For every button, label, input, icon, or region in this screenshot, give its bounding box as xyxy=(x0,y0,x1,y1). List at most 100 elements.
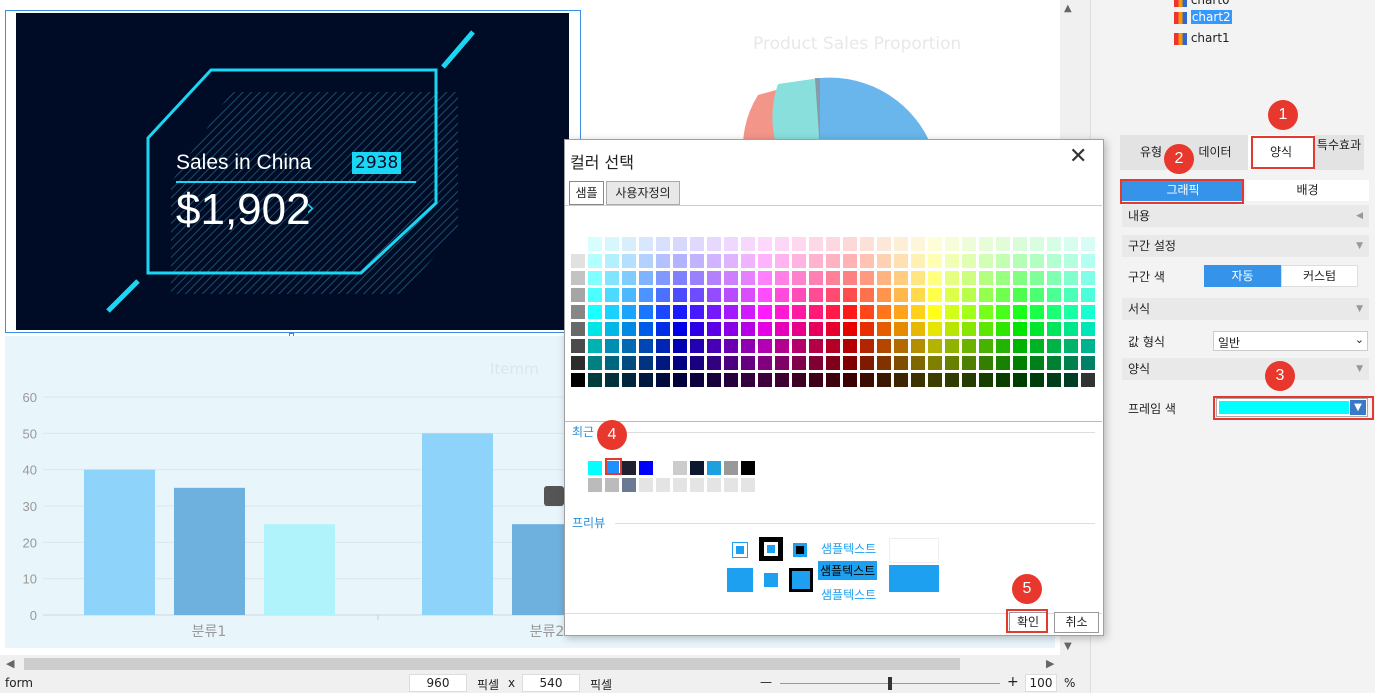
range-custom-button[interactable]: 커스텀 xyxy=(1281,265,1358,287)
recent-color-swatch[interactable] xyxy=(621,460,637,476)
color-swatch[interactable] xyxy=(1046,287,1062,303)
color-swatch[interactable] xyxy=(978,253,994,269)
color-swatch[interactable] xyxy=(570,304,586,320)
color-swatch[interactable] xyxy=(825,321,841,337)
color-swatch[interactable] xyxy=(842,304,858,320)
color-swatch[interactable] xyxy=(757,253,773,269)
color-swatch[interactable] xyxy=(825,338,841,354)
color-swatch[interactable] xyxy=(1080,372,1096,388)
color-swatch[interactable] xyxy=(944,355,960,371)
color-swatch[interactable] xyxy=(655,304,671,320)
color-swatch[interactable] xyxy=(791,355,807,371)
tab-effects[interactable]: 특수효과 xyxy=(1314,135,1364,170)
color-swatch[interactable] xyxy=(961,338,977,354)
color-swatch[interactable] xyxy=(689,236,705,252)
color-swatch[interactable] xyxy=(774,236,790,252)
zoom-slider-thumb[interactable] xyxy=(888,677,892,690)
recent-color-swatch[interactable] xyxy=(672,460,688,476)
color-swatch[interactable] xyxy=(1046,253,1062,269)
color-swatch[interactable] xyxy=(774,321,790,337)
color-swatch[interactable] xyxy=(910,304,926,320)
color-swatch[interactable] xyxy=(587,355,603,371)
color-swatch[interactable] xyxy=(825,236,841,252)
bar[interactable] xyxy=(174,487,245,615)
color-swatch[interactable] xyxy=(944,304,960,320)
color-swatch[interactable] xyxy=(961,355,977,371)
color-swatch[interactable] xyxy=(621,355,637,371)
color-swatch[interactable] xyxy=(672,338,688,354)
scroll-up-icon[interactable]: ▲ xyxy=(1064,3,1072,14)
color-swatch[interactable] xyxy=(927,236,943,252)
color-swatch[interactable] xyxy=(927,253,943,269)
color-swatch[interactable] xyxy=(995,270,1011,286)
color-swatch[interactable] xyxy=(825,355,841,371)
color-swatch[interactable] xyxy=(927,287,943,303)
color-swatch[interactable] xyxy=(808,287,824,303)
color-swatch[interactable] xyxy=(587,270,603,286)
color-swatch[interactable] xyxy=(842,355,858,371)
color-swatch[interactable] xyxy=(638,321,654,337)
color-swatch[interactable] xyxy=(961,304,977,320)
color-swatch[interactable] xyxy=(893,253,909,269)
tree-item-chart0[interactable]: chart0 xyxy=(1174,0,1230,7)
color-swatch[interactable] xyxy=(961,321,977,337)
color-swatch[interactable] xyxy=(655,355,671,371)
color-swatch[interactable] xyxy=(978,236,994,252)
color-swatch[interactable] xyxy=(655,321,671,337)
color-swatch[interactable] xyxy=(808,304,824,320)
color-swatch[interactable] xyxy=(604,372,620,388)
color-swatch[interactable] xyxy=(757,355,773,371)
color-swatch[interactable] xyxy=(638,287,654,303)
section-format[interactable]: 서식 ▼ xyxy=(1122,298,1369,320)
color-swatch[interactable] xyxy=(1080,304,1096,320)
recent-color-swatch[interactable] xyxy=(706,477,722,493)
color-swatch[interactable] xyxy=(689,338,705,354)
color-swatch[interactable] xyxy=(638,253,654,269)
scroll-right-icon[interactable]: ▶ xyxy=(1046,657,1054,670)
color-swatch[interactable] xyxy=(638,270,654,286)
color-swatch[interactable] xyxy=(757,304,773,320)
color-swatch[interactable] xyxy=(706,355,722,371)
color-swatch[interactable] xyxy=(1063,253,1079,269)
color-swatch[interactable] xyxy=(910,321,926,337)
recent-color-swatch[interactable] xyxy=(655,477,671,493)
color-swatch[interactable] xyxy=(774,287,790,303)
color-swatch[interactable] xyxy=(689,287,705,303)
color-swatch[interactable] xyxy=(995,236,1011,252)
color-swatch[interactable] xyxy=(1046,338,1062,354)
color-swatch[interactable] xyxy=(995,338,1011,354)
color-swatch[interactable] xyxy=(1046,372,1062,388)
color-swatch[interactable] xyxy=(791,338,807,354)
color-swatch[interactable] xyxy=(570,321,586,337)
color-swatch[interactable] xyxy=(604,304,620,320)
color-swatch[interactable] xyxy=(1046,355,1062,371)
color-swatch[interactable] xyxy=(859,270,875,286)
color-swatch[interactable] xyxy=(961,236,977,252)
close-icon[interactable]: ✕ xyxy=(1069,144,1087,169)
range-auto-button[interactable]: 자동 xyxy=(1204,265,1281,287)
color-swatch[interactable] xyxy=(757,372,773,388)
color-swatch[interactable] xyxy=(995,304,1011,320)
color-swatch[interactable] xyxy=(1012,253,1028,269)
color-swatch[interactable] xyxy=(723,372,739,388)
recent-color-swatch[interactable] xyxy=(638,460,654,476)
color-swatch[interactable] xyxy=(604,253,620,269)
color-swatch[interactable] xyxy=(859,338,875,354)
color-swatch[interactable] xyxy=(876,270,892,286)
color-swatch[interactable] xyxy=(1063,338,1079,354)
color-swatch[interactable] xyxy=(859,253,875,269)
color-swatch[interactable] xyxy=(672,236,688,252)
color-swatch[interactable] xyxy=(808,253,824,269)
color-swatch[interactable] xyxy=(774,253,790,269)
color-swatch[interactable] xyxy=(961,287,977,303)
color-swatch[interactable] xyxy=(808,372,824,388)
bar[interactable] xyxy=(422,433,493,615)
tab-custom[interactable]: 사용자정의 xyxy=(606,181,680,205)
recent-color-swatch[interactable] xyxy=(689,460,705,476)
color-swatch[interactable] xyxy=(910,338,926,354)
color-swatch[interactable] xyxy=(1029,321,1045,337)
color-swatch[interactable] xyxy=(706,304,722,320)
color-swatch[interactable] xyxy=(927,355,943,371)
color-swatch[interactable] xyxy=(706,287,722,303)
zoom-input[interactable]: 100 xyxy=(1025,674,1057,692)
